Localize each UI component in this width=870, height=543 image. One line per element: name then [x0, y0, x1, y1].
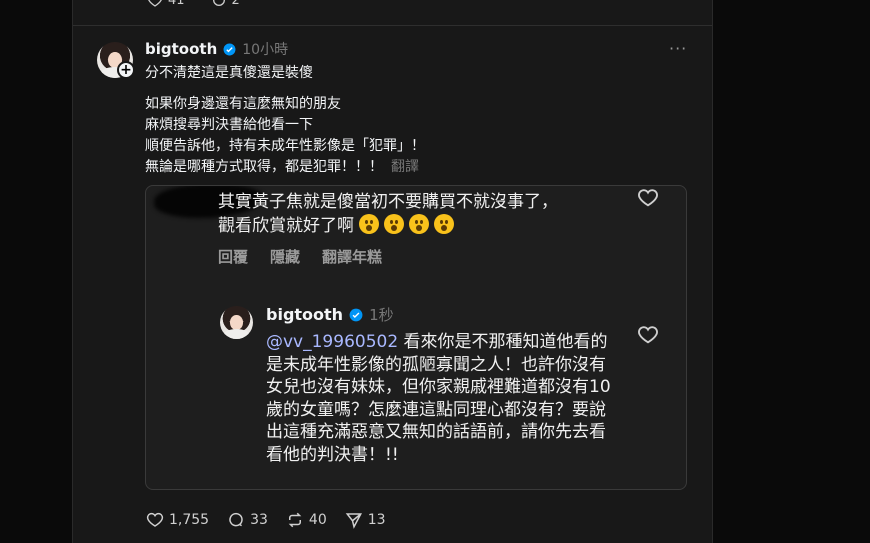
comment-text: 其實黃子焦就是傻當初不要購買不就沒事了， 觀看欣賞就好了啊 [218, 190, 618, 238]
astonished-emoji [384, 214, 404, 234]
repost-icon [288, 512, 302, 528]
post-line: 順便告訴他，持有未成年性影像是「犯罪」！ [145, 138, 425, 154]
comment-icon [229, 512, 243, 527]
hide-button[interactable]: 隱藏 [270, 246, 300, 267]
post-time: 10小時 [242, 42, 289, 58]
share-count: 13 [367, 512, 386, 528]
comment-line-text: 觀看欣賞就好了啊 [218, 216, 354, 236]
prev-like-count: 41 [168, 0, 185, 8]
comment-icon [212, 0, 225, 6]
comment-button[interactable]: 33 [227, 511, 268, 529]
heart-icon [148, 0, 162, 7]
previous-post-actions: 41 2 [147, 0, 240, 8]
post-header: bigtooth 10小時 [145, 39, 288, 59]
comment-line-2: 觀看欣賞就好了啊 [218, 214, 618, 238]
verified-icon [223, 43, 236, 55]
reply-button[interactable]: 回覆 [218, 246, 248, 267]
post-line: 如果你身邊還有這麼無知的朋友 [145, 96, 341, 112]
comment-actions: 回覆 隱藏 翻譯年糕 [218, 246, 382, 267]
repost-count: 40 [308, 512, 327, 528]
post-line-text: 無論是哪種方式取得，都是犯罪！！！ [145, 159, 383, 175]
share-icon [345, 513, 362, 529]
prev-reply-count: 2 [231, 0, 240, 8]
reply-avatar[interactable] [220, 306, 253, 339]
like-count: 1,755 [169, 512, 210, 528]
translate-link[interactable]: 翻譯 [391, 159, 419, 175]
reply-text: @vv_19960502 看來你是不那種知道他看的是未成年性影像的孤陋寡聞之人！… [266, 331, 611, 466]
comment-line: 其實黃子焦就是傻當初不要購買不就沒事了， [218, 192, 558, 212]
translate-button[interactable]: 翻譯年糕 [322, 246, 382, 267]
repost-button[interactable]: 40 [286, 511, 327, 529]
post-actions: 1,755 33 40 13 [146, 511, 386, 529]
astonished-emoji [409, 214, 429, 234]
share-button[interactable]: 13 [345, 511, 386, 529]
astonished-emoji [434, 214, 454, 234]
divider [73, 25, 712, 26]
post-line: 無論是哪種方式取得，都是犯罪！！！ 翻譯 [145, 157, 425, 178]
post-author[interactable]: bigtooth [145, 40, 217, 58]
more-icon[interactable]: ··· [669, 39, 687, 58]
prev-like-button[interactable]: 41 [147, 0, 185, 8]
heart-icon[interactable] [637, 324, 659, 346]
plus-icon[interactable]: + [117, 61, 135, 79]
screenshot-card: 其實黃子焦就是傻當初不要購買不就沒事了， 觀看欣賞就好了啊 回覆 隱藏 翻譯年糕… [145, 185, 687, 490]
prev-reply-button[interactable]: 2 [211, 0, 240, 8]
heart-icon [146, 512, 164, 527]
post-body: 分不清楚這是真傻還是裝傻 如果你身邊還有這麼無知的朋友 麻煩搜尋判決書給他看一下… [145, 63, 425, 178]
comment-count: 33 [250, 512, 268, 528]
post-line: 分不清楚這是真傻還是裝傻 [145, 65, 313, 81]
reply-author[interactable]: bigtooth [266, 305, 343, 324]
reply-header: bigtooth 1秒 [266, 304, 394, 325]
like-button[interactable]: 1,755 [146, 511, 209, 529]
post-line: 麻煩搜尋判決書給他看一下 [145, 117, 313, 133]
heart-icon[interactable] [637, 187, 659, 209]
reply-time: 1秒 [369, 306, 394, 324]
astonished-emoji [359, 214, 379, 234]
verified-icon [349, 308, 363, 321]
mention-link[interactable]: @vv_19960502 [266, 332, 398, 352]
